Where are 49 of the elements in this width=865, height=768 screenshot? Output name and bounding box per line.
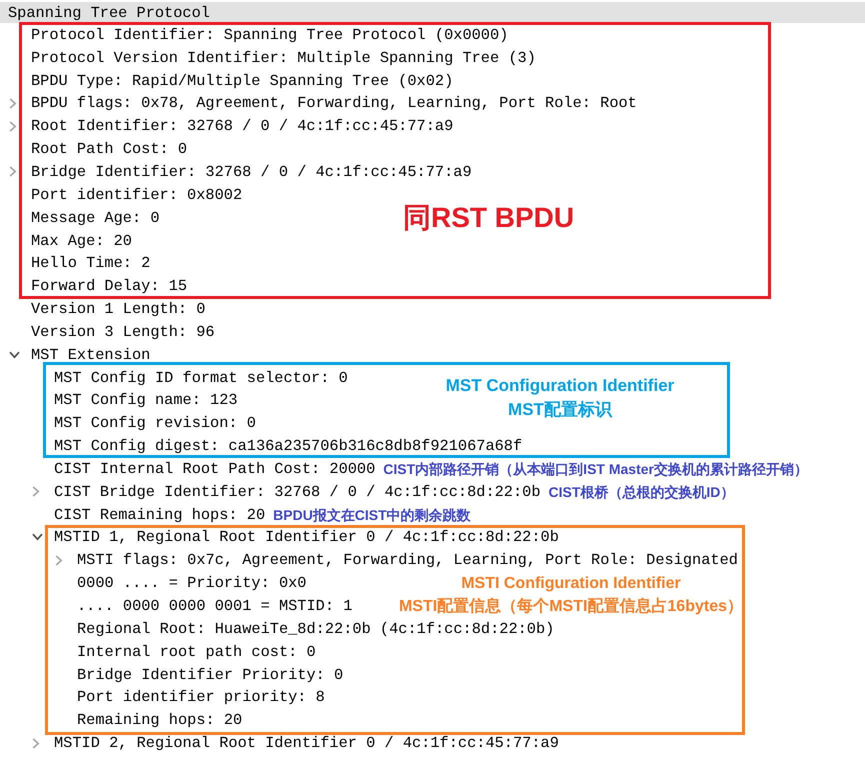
packet-field[interactable]: MST Config digest: ca136a235706b316c8db8f921067a68f (54, 437, 522, 456)
packet-field[interactable]: Message Age: 0 (31, 208, 160, 227)
chevron-right-icon[interactable] (55, 554, 63, 566)
packet-field[interactable]: MST Config ID format selector: 0 (54, 368, 348, 387)
annotation-text: MST Configuration Identifier (446, 375, 674, 398)
chevron-down-icon[interactable] (32, 533, 43, 542)
annotation-text: BPDU报文在CIST中的剩余跳数 (273, 506, 471, 524)
chevron-right-icon[interactable] (9, 120, 17, 132)
annotation-text: MSTI Configuration Identifier (461, 574, 681, 594)
packet-field[interactable]: Hello Time: 2 (31, 254, 150, 272)
packet-field[interactable]: BPDU flags: 0x78, Agreement, Forwarding, Learning, Port Role: Root (31, 94, 637, 112)
packet-field[interactable]: CIST Remaining hops: 20 (54, 506, 266, 524)
packet-field[interactable]: Protocol Version Identifier: Multiple Spanning Tree (3) (31, 48, 536, 67)
annotation-text: MSTI配置信息（每个MSTI配置信息占16bytes） (398, 596, 743, 618)
packet-field[interactable]: Version 1 Length: 0 (31, 300, 206, 318)
packet-field[interactable]: MSTID 1, Regional Root Identifier 0 / 4c:1f:cc:8d:22:0b (54, 528, 559, 546)
packet-field[interactable]: Root Identifier: 32768 / 0 / 4c:1f:cc:45:77:a9 (31, 117, 454, 136)
packet-field[interactable]: Root Path Cost: 0 (31, 140, 188, 158)
packet-field[interactable]: 0000 .... = Priority: 0x0 (77, 574, 306, 592)
packet-field[interactable]: Remaining hops: 20 (77, 711, 242, 730)
packet-field[interactable]: Bridge Identifier Priority: 0 (77, 666, 344, 684)
packet-field[interactable]: Port identifier: 0x8002 (31, 186, 242, 204)
packet-field[interactable]: Protocol Identifier: Spanning Tree Protocol (0x0000) (31, 26, 508, 44)
annotation-text: 同RST BPDU (403, 200, 574, 234)
packet-field[interactable]: MST Extension (31, 346, 150, 364)
packet-field[interactable]: CIST Bridge Identifier: 32768 / 0 / 4c:1f:cc:8d:22:0b (54, 482, 541, 501)
annotation-text: CIST根桥（总根的交换机ID） (548, 482, 734, 501)
packet-field[interactable]: Forward Delay: 15 (31, 277, 188, 296)
chevron-down-icon[interactable] (9, 350, 20, 359)
packet-field[interactable]: BPDU Type: Rapid/Multiple Spanning Tree (0x02) (31, 72, 454, 90)
packet-field[interactable]: Bridge Identifier: 32768 / 0 / 4c:1f:cc:45:77:a9 (31, 162, 472, 181)
packet-field[interactable]: Regional Root: HuaweiTe_8d:22:0b (4c:1f:cc:8d:22:0b) (77, 620, 554, 638)
packet-field[interactable]: .... 0000 0000 0001 = MSTID: 1 (77, 597, 352, 616)
chevron-right-icon[interactable] (32, 486, 40, 498)
chevron-right-icon[interactable] (32, 738, 40, 749)
packet-field[interactable]: Version 3 Length: 96 (31, 322, 215, 341)
protocol-header[interactable]: Spanning Tree Protocol (0, 2, 865, 23)
packet-field[interactable]: MST Config name: 123 (54, 391, 238, 410)
packet-field[interactable]: Max Age: 20 (31, 232, 132, 250)
packet-field[interactable]: Port identifier priority: 8 (77, 688, 325, 706)
chevron-right-icon[interactable] (9, 166, 17, 178)
chevron-right-icon[interactable] (9, 98, 17, 109)
packet-field[interactable]: CIST Internal Root Path Cost: 20000 (54, 460, 376, 478)
packet-field[interactable]: MSTID 2, Regional Root Identifier 0 / 4c:1f:cc:45:77:a9 (54, 734, 559, 752)
packet-field[interactable]: MSTI flags: 0x7c, Agreement, Forwarding, Learning, Port Role: Designated (77, 551, 738, 570)
annotation-text: CIST内部路径开销（从本端口到IST Master交换机的累计路径开销） (383, 460, 808, 478)
packet-field[interactable]: Internal root path cost: 0 (77, 642, 316, 661)
packet-field[interactable]: MST Config revision: 0 (54, 414, 256, 432)
annotation-text: MST配置标识 (508, 399, 612, 422)
